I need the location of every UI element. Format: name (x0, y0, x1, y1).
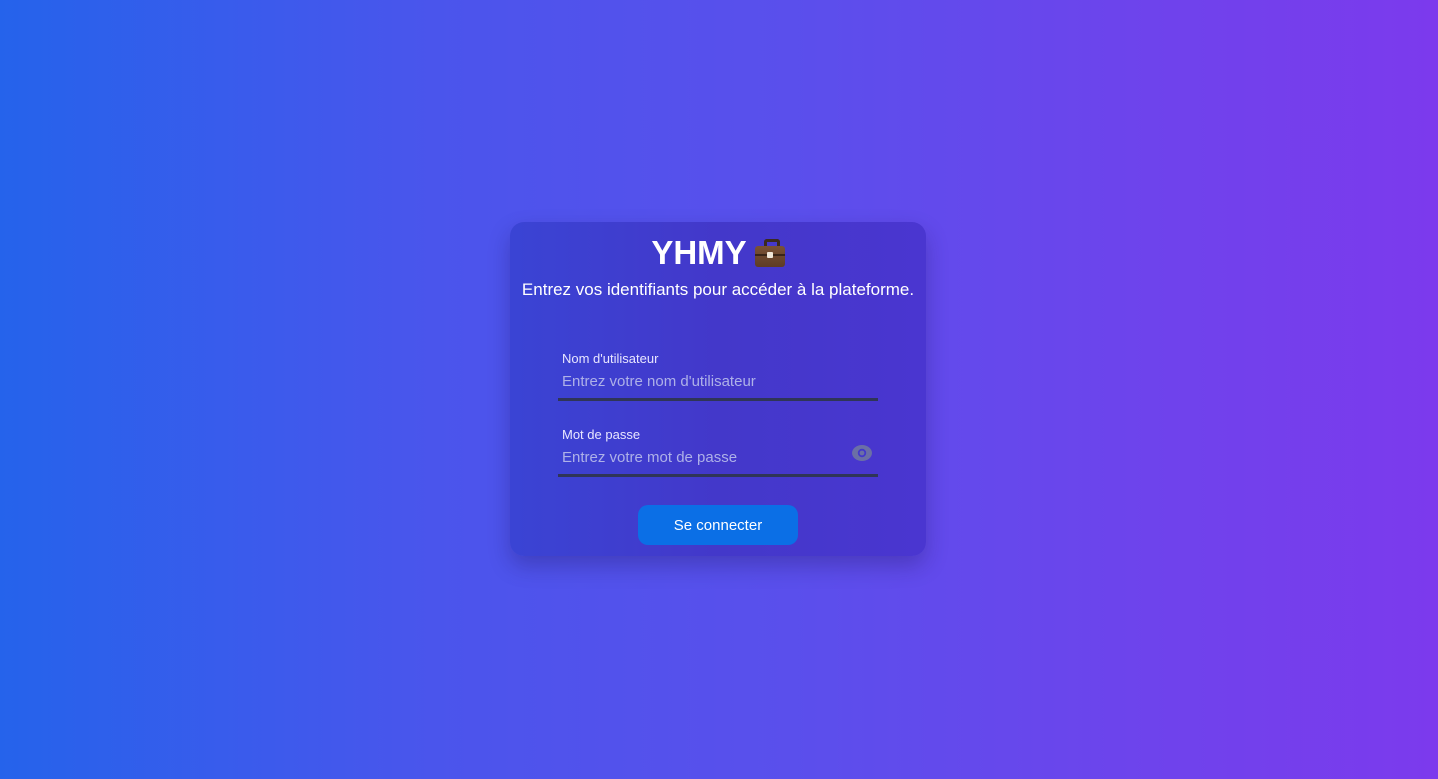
login-header: YHMY (510, 236, 926, 269)
login-subtitle: Entrez vos identifiants pour accéder à l… (521, 280, 915, 299)
username-input[interactable] (562, 370, 842, 392)
password-label: Mot de passe (562, 427, 641, 442)
password-input[interactable] (562, 446, 842, 468)
username-field: Nom d'utilisateur (558, 346, 878, 401)
briefcase-icon (754, 239, 785, 267)
username-label: Nom d'utilisateur (562, 351, 659, 366)
eye-icon[interactable] (852, 444, 872, 462)
login-button[interactable]: Se connecter (638, 505, 798, 545)
password-field: Mot de passe (558, 422, 878, 477)
brand-title: YHMY (651, 234, 747, 271)
login-card: YHMY Entrez vos identifiants pour accéde… (510, 222, 926, 556)
